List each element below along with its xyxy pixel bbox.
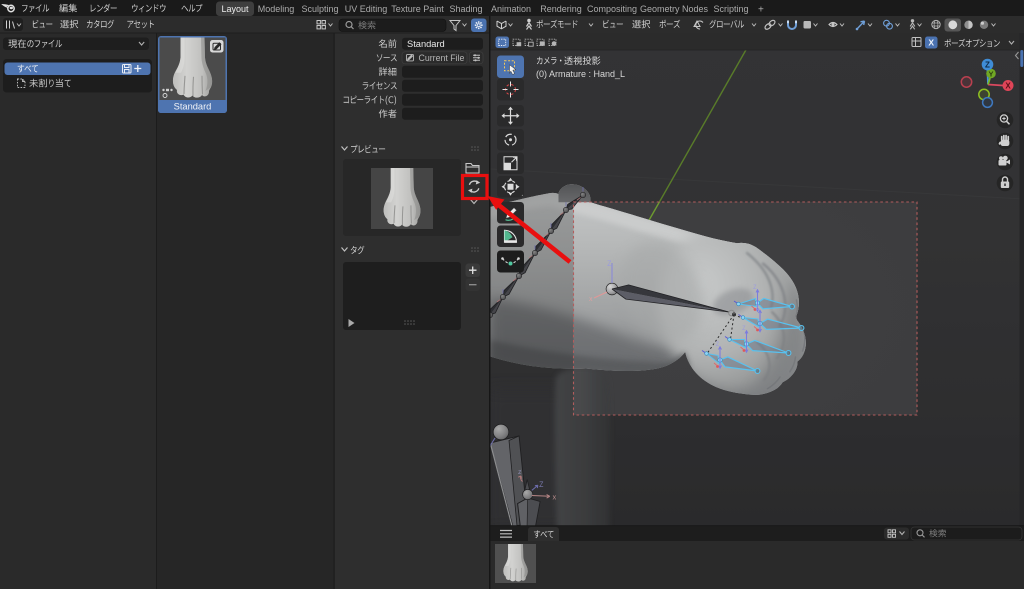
- svg-text:(0) Armature : Hand_L: (0) Armature : Hand_L: [536, 69, 625, 79]
- svg-text:Current File: Current File: [419, 53, 465, 63]
- svg-text:+: +: [758, 5, 764, 16]
- svg-text:Sculpting: Sculpting: [301, 4, 338, 14]
- svg-text:Layout: Layout: [221, 4, 249, 14]
- svg-text:Shading: Shading: [449, 4, 482, 14]
- svg-text:Rendering: Rendering: [540, 4, 582, 14]
- svg-text:Z: Z: [985, 61, 990, 70]
- svg-text:Geometry Nodes: Geometry Nodes: [640, 4, 709, 14]
- svg-text:X: X: [1005, 82, 1011, 91]
- svg-text:Scripting: Scripting: [713, 4, 748, 14]
- svg-text:UV Editing: UV Editing: [345, 4, 388, 14]
- svg-text:Standard: Standard: [407, 39, 445, 49]
- svg-text:X: X: [928, 38, 934, 48]
- svg-text:Y: Y: [988, 69, 993, 78]
- svg-text:Animation: Animation: [491, 4, 531, 14]
- svg-text:Texture Paint: Texture Paint: [391, 4, 444, 14]
- svg-text:Standard: Standard: [174, 102, 212, 112]
- svg-text:Modeling: Modeling: [258, 4, 295, 14]
- svg-text:Compositing: Compositing: [587, 4, 637, 14]
